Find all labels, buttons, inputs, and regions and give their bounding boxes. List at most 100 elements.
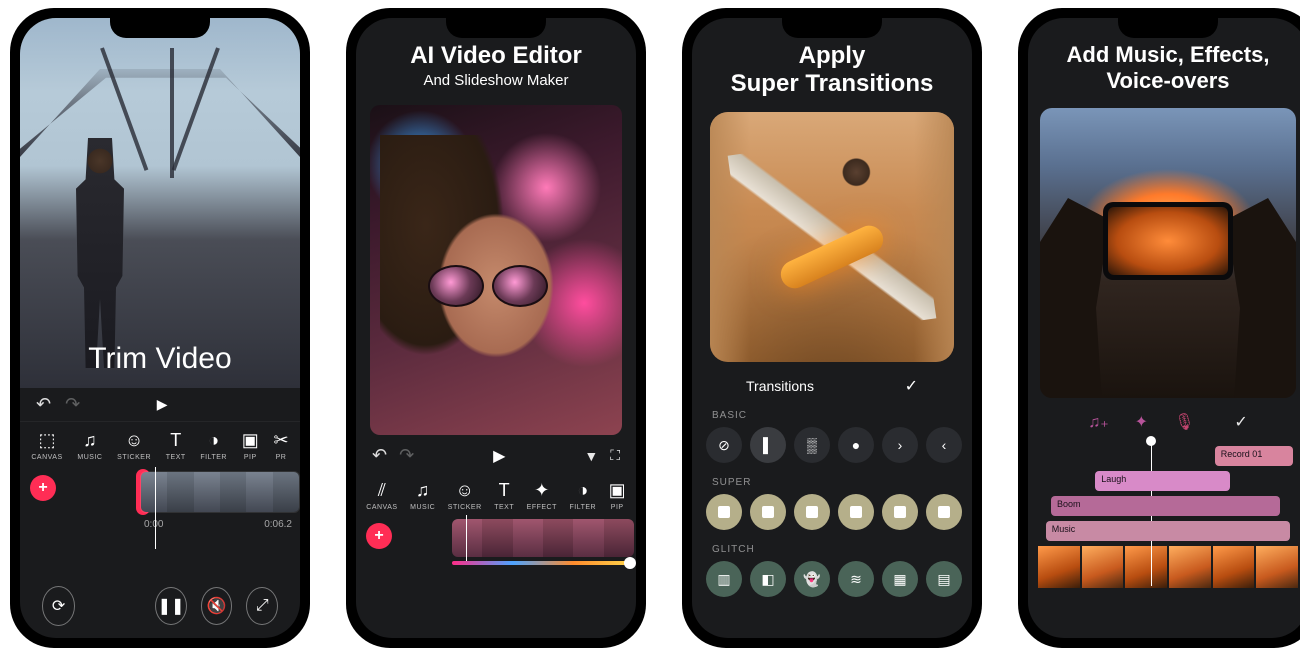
- clip[interactable]: [452, 519, 634, 557]
- notch: [1118, 18, 1218, 38]
- transition-next[interactable]: ›: [882, 427, 918, 463]
- track-end-handle[interactable]: [624, 557, 636, 569]
- add-clip-button[interactable]: +: [30, 475, 56, 501]
- screen-subtitle: And Slideshow Maker: [370, 72, 622, 89]
- tool-text[interactable]: TTEXT: [494, 480, 514, 511]
- screenshot-1: Trim Video ↶ ↷ ▶ ⬚CANVAS ♫MUSIC ☺STICKER…: [10, 8, 310, 648]
- text-icon: T: [499, 480, 510, 500]
- filter-icon: ◑: [208, 430, 219, 450]
- playhead[interactable]: [466, 515, 467, 565]
- tool-music[interactable]: ♫MUSIC: [410, 480, 435, 511]
- tool-pip[interactable]: ▣PIP: [609, 480, 626, 511]
- filter-toggle-icon[interactable]: ▼: [584, 448, 598, 464]
- tool-sticker[interactable]: ☺STICKER: [448, 480, 482, 511]
- video-preview[interactable]: Trim Video: [20, 18, 300, 388]
- screenshot-2: AI Video Editor And Slideshow Maker ↶ ↷ …: [346, 8, 646, 648]
- play-icon[interactable]: ▶: [157, 396, 168, 413]
- playhead[interactable]: [155, 467, 156, 549]
- notch: [782, 18, 882, 38]
- tool-effect[interactable]: ✦EFFECT: [527, 480, 557, 511]
- tool-canvas[interactable]: ⫽CANVAS: [366, 480, 397, 511]
- fullscreen-icon[interactable]: ⛶: [610, 447, 620, 464]
- fade-icon: ▌: [763, 437, 773, 453]
- toolbar: ⫽CANVAS ♫MUSIC ☺STICKER TTEXT ✦EFFECT ◑F…: [356, 476, 636, 519]
- check-icon[interactable]: ✓: [1234, 412, 1247, 432]
- track-music[interactable]: Music: [1046, 521, 1290, 541]
- track-laugh[interactable]: Laugh: [1095, 471, 1230, 491]
- text-icon: T: [170, 430, 181, 450]
- scissors-icon: ✂: [273, 430, 288, 450]
- tool-pip[interactable]: ▣PIP: [242, 430, 259, 461]
- color-track[interactable]: [452, 561, 634, 565]
- basic-transitions-row: ⊘ ▌ ▒ ● › ‹: [692, 427, 972, 471]
- video-preview[interactable]: [370, 105, 622, 435]
- sticker-icon: ☺: [125, 430, 143, 450]
- super-transition-1[interactable]: [706, 494, 742, 530]
- super-transition-2[interactable]: [750, 494, 786, 530]
- music-icon: ♫: [416, 480, 430, 500]
- screen-title-line-1: Add Music, Effects,: [1038, 42, 1298, 68]
- transition-fade[interactable]: ▌: [750, 427, 786, 463]
- undo-icon[interactable]: ↶: [372, 445, 387, 466]
- transition-prev[interactable]: ‹: [926, 427, 962, 463]
- screenshot-3: Apply Super Transitions Transitions ✓ BA…: [682, 8, 982, 648]
- transition-dot[interactable]: ●: [838, 427, 874, 463]
- redo-icon[interactable]: ↷: [65, 394, 80, 415]
- chevron-right-icon: ›: [898, 437, 903, 453]
- timeline[interactable]: +: [356, 519, 636, 575]
- music-icon: ♫: [83, 430, 97, 450]
- screenshot-4: Add Music, Effects, Voice-overs ♫₊ ✦ 🎙 ✓…: [1018, 8, 1300, 648]
- check-icon[interactable]: ✓: [905, 376, 918, 396]
- mute-button[interactable]: 🔇: [201, 587, 233, 625]
- glitch-transition-4[interactable]: ≋: [838, 561, 874, 597]
- track-record[interactable]: Record 01: [1215, 446, 1293, 466]
- time-end: 0:06.2: [264, 519, 292, 530]
- audio-tracks[interactable]: Record 01 Laugh Boom Music: [1028, 440, 1300, 620]
- video-preview[interactable]: [1040, 108, 1296, 398]
- tool-text[interactable]: TTEXT: [166, 430, 186, 461]
- super-transition-5[interactable]: [882, 494, 918, 530]
- glitch-transition-3[interactable]: 👻: [794, 561, 830, 597]
- glitch-transition-6[interactable]: ▤: [926, 561, 962, 597]
- none-icon: ⊘: [718, 437, 730, 454]
- clip[interactable]: [140, 471, 300, 513]
- transition-dissolve[interactable]: ▒: [794, 427, 830, 463]
- super-transition-6[interactable]: [926, 494, 962, 530]
- screen-title-line-2: Voice-overs: [1038, 68, 1298, 94]
- glitch-transition-1[interactable]: ▥: [706, 561, 742, 597]
- tool-filter[interactable]: ◑FILTER: [569, 480, 596, 511]
- glitch-transition-5[interactable]: ▦: [882, 561, 918, 597]
- section-label: Transitions: [746, 378, 814, 394]
- category-super: SUPER: [692, 471, 972, 494]
- undo-icon[interactable]: ↶: [36, 394, 51, 415]
- redo-icon[interactable]: ↷: [399, 445, 414, 466]
- timeline[interactable]: + 0:00 0:06.2: [20, 471, 300, 541]
- filter-icon: ◑: [577, 480, 588, 500]
- screen-title-line-1: Apply: [702, 42, 962, 70]
- tool-filter[interactable]: ◑FILTER: [200, 430, 227, 461]
- microphone-icon[interactable]: 🎙: [1174, 412, 1194, 432]
- add-clip-button[interactable]: +: [366, 523, 392, 549]
- super-transition-4[interactable]: [838, 494, 874, 530]
- video-preview[interactable]: [710, 112, 954, 362]
- tool-canvas[interactable]: ⬚CANVAS: [31, 430, 62, 461]
- tool-music[interactable]: ♫MUSIC: [77, 430, 102, 461]
- add-music-icon[interactable]: ♫₊: [1088, 412, 1108, 432]
- glitch-transition-2[interactable]: ◧: [750, 561, 786, 597]
- sparkle-icon[interactable]: ✦: [1135, 412, 1148, 432]
- pause-button[interactable]: ❚❚: [155, 587, 187, 625]
- tool-trim[interactable]: ✂PR: [273, 430, 288, 461]
- super-transitions-row: [692, 494, 972, 538]
- effect-icon: ✦: [534, 480, 549, 500]
- dot-icon: ●: [852, 437, 860, 453]
- video-thumbnails[interactable]: [1038, 546, 1298, 588]
- play-icon[interactable]: ▶: [493, 446, 505, 466]
- track-boom[interactable]: Boom: [1051, 496, 1280, 516]
- fullscreen-button[interactable]: ⤢: [246, 587, 278, 625]
- rotate-button[interactable]: ⟳: [42, 586, 75, 626]
- screen-title-line-2: Super Transitions: [702, 70, 962, 98]
- mute-icon: 🔇: [207, 596, 227, 616]
- tool-sticker[interactable]: ☺STICKER: [117, 430, 151, 461]
- transition-none[interactable]: ⊘: [706, 427, 742, 463]
- super-transition-3[interactable]: [794, 494, 830, 530]
